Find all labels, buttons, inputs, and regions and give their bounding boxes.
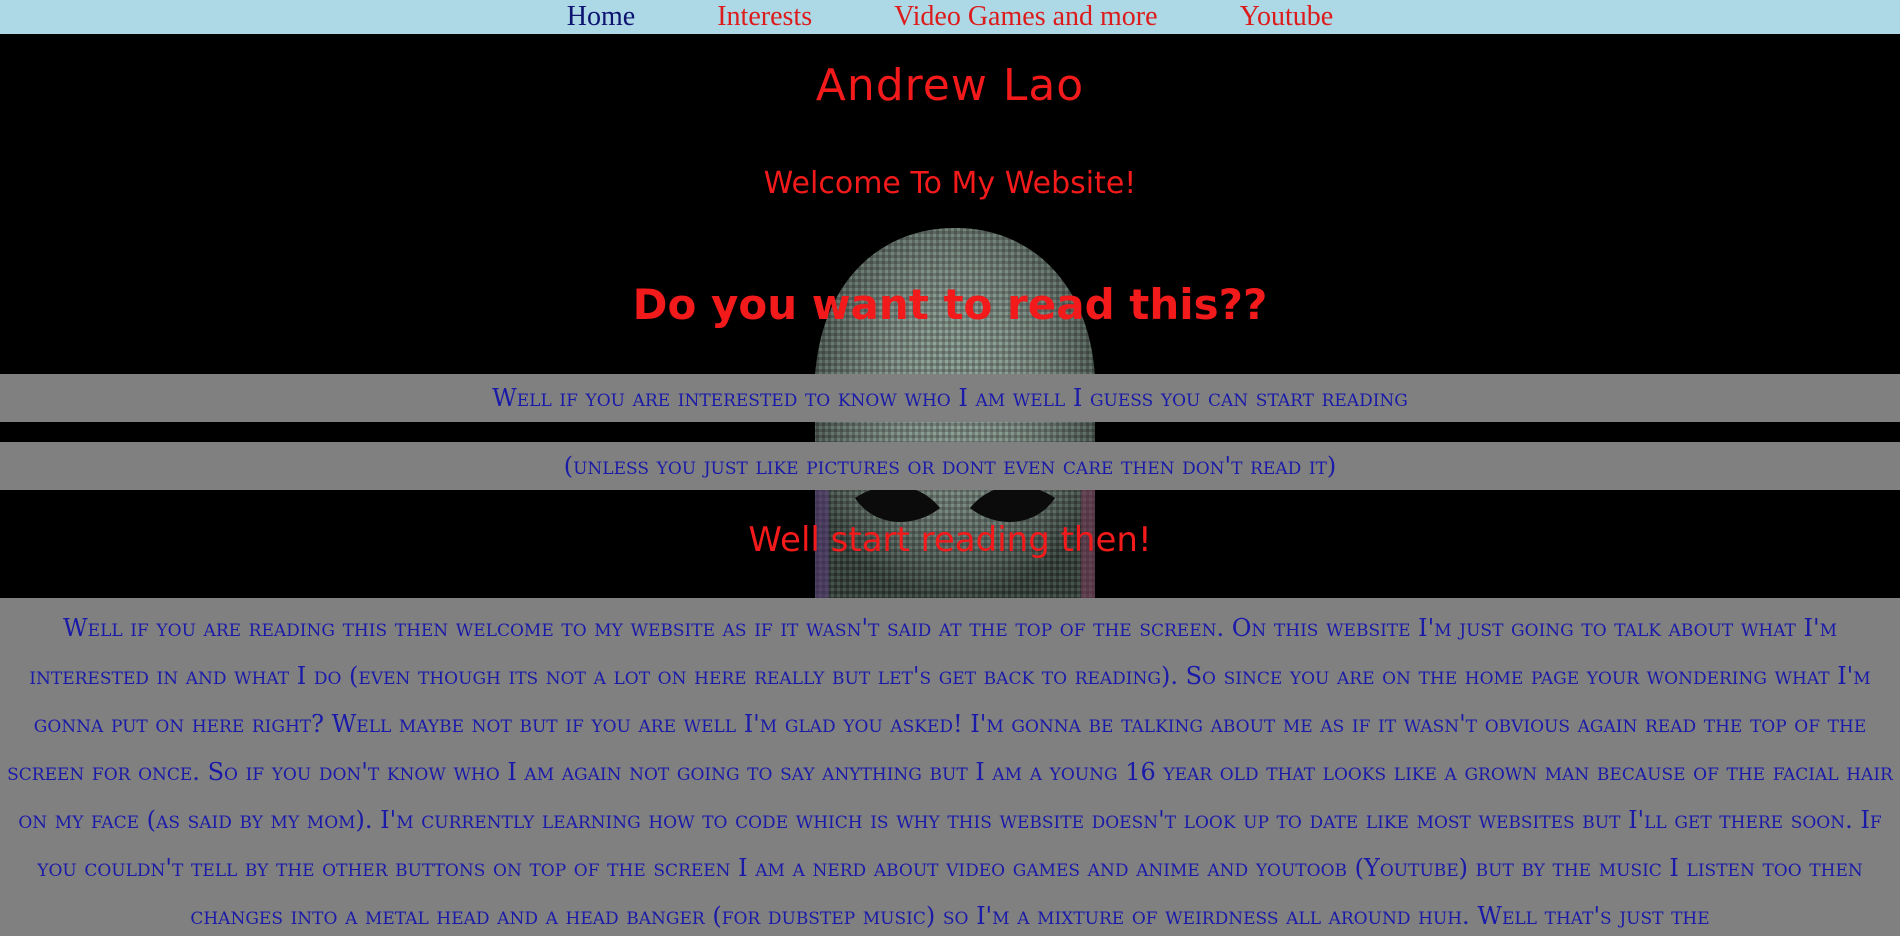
main-paragraph: Well if you are reading this then welcom… [0, 598, 1900, 936]
site-title: Andrew Lao [815, 60, 1085, 111]
intro-line-1: Well if you are interested to know who I… [0, 374, 1900, 422]
nav-video-games-link[interactable]: Video Games and more [894, 0, 1157, 34]
intro-line-2: (unless you just like pictures or dont e… [0, 442, 1900, 490]
question-heading: Do you want to read this?? [632, 280, 1268, 329]
top-nav: Home Interests Video Games and more Yout… [0, 0, 1900, 34]
start-reading-heading: Well start reading then! [748, 520, 1152, 560]
welcome-heading: Welcome To My Website! [763, 166, 1137, 201]
nav-home-link[interactable]: Home [567, 0, 635, 34]
page: Home Interests Video Games and more Yout… [0, 0, 1900, 936]
nav-interests-link[interactable]: Interests [717, 0, 812, 34]
nav-youtube-link[interactable]: Youtube [1240, 0, 1334, 34]
